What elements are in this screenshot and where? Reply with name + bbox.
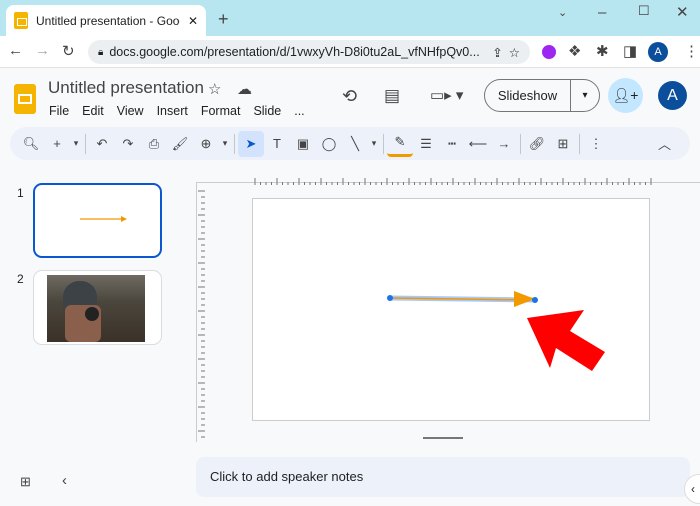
- star-icon[interactable]: ☆: [208, 80, 221, 98]
- image-icon[interactable]: ▣: [290, 131, 316, 157]
- bookmark-star-icon[interactable]: ☆: [509, 45, 520, 60]
- menu-insert[interactable]: Insert: [157, 104, 188, 118]
- search-icon[interactable]: 🔍︎: [18, 131, 44, 157]
- menu-format[interactable]: Format: [201, 104, 241, 118]
- text-box-icon[interactable]: T: [264, 131, 290, 157]
- collapse-panel-icon[interactable]: ‹: [62, 472, 67, 489]
- share-icon[interactable]: ⇪: [492, 45, 502, 60]
- line-start-icon[interactable]: ⟵: [465, 131, 491, 157]
- version-history-icon[interactable]: ⟲: [342, 86, 357, 107]
- url-text: docs.google.com/presentation/d/1vwxyVh-D…: [109, 45, 480, 59]
- thumbnail-arrow: [80, 216, 127, 222]
- toolbar-divider: [234, 133, 235, 154]
- close-tab-icon[interactable]: ✕: [188, 14, 198, 28]
- shape-icon[interactable]: ◯: [316, 131, 342, 157]
- paint-format-icon[interactable]: 🖌︎: [167, 131, 193, 157]
- toolbar-divider: [520, 133, 521, 154]
- vertical-ruler[interactable]: [197, 183, 205, 443]
- select-icon[interactable]: ➤: [238, 130, 264, 157]
- back-icon[interactable]: ←: [8, 42, 23, 59]
- menu-file[interactable]: File: [49, 104, 69, 118]
- browser-menu-icon[interactable]: ⋮: [684, 42, 699, 60]
- menu-slide[interactable]: Slide: [253, 104, 281, 118]
- collapse-toolbar-icon[interactable]: ︿: [658, 134, 671, 153]
- menu-more[interactable]: ...: [294, 104, 304, 118]
- toolbar-divider: [383, 133, 384, 154]
- line-dropdown-icon[interactable]: ▾: [368, 131, 380, 157]
- forward-icon[interactable]: →: [35, 42, 50, 59]
- profile-avatar[interactable]: A: [648, 42, 668, 62]
- toolbar-divider: [579, 133, 580, 154]
- speaker-notes[interactable]: Click to add speaker notes: [196, 457, 690, 497]
- line-start-handle[interactable]: [387, 295, 393, 301]
- zoom-dropdown-icon[interactable]: ▾: [219, 131, 231, 157]
- app-header: Untitled presentation ☆ ☁ File Edit View In…: [0, 68, 700, 124]
- zoom-icon[interactable]: ⊕: [193, 131, 219, 157]
- line-end-handle[interactable]: [532, 297, 538, 303]
- address-bar: ← → ↻ 🔒︎ docs.google.com/presentation/d/…: [0, 36, 700, 68]
- line-icon[interactable]: ╲: [342, 131, 368, 157]
- insert-link-icon[interactable]: 🔗︎: [524, 131, 550, 157]
- slideshow-button[interactable]: Slideshow: [485, 80, 571, 111]
- url-input[interactable]: 🔒︎ docs.google.com/presentation/d/1vwxyV…: [88, 40, 530, 64]
- share-button[interactable]: 👤︎+: [608, 78, 643, 113]
- notes-resize-handle[interactable]: [423, 437, 463, 439]
- menu-bar: File Edit View Insert Format Slide...: [49, 102, 318, 120]
- browser-tab-bar: Untitled presentation - Google Sl ✕ + ⌄ …: [0, 0, 700, 36]
- browser-tab[interactable]: Untitled presentation - Google Sl ✕: [6, 5, 206, 36]
- lock-icon: 🔒︎: [98, 46, 104, 58]
- slideshow-dropdown[interactable]: ▾: [571, 90, 599, 101]
- slide-thumbnail-2[interactable]: [33, 270, 162, 345]
- menu-edit[interactable]: Edit: [82, 104, 104, 118]
- slide-number: 1: [17, 186, 24, 200]
- new-slide-dropdown-icon[interactable]: ▾: [70, 131, 82, 157]
- border-color-icon[interactable]: ✎: [387, 131, 413, 157]
- tab-title: Untitled presentation - Google Sl: [36, 13, 180, 28]
- arrowhead: [514, 291, 535, 307]
- new-slide-icon[interactable]: +: [44, 131, 70, 157]
- slides-favicon-icon: [14, 12, 28, 29]
- document-title[interactable]: Untitled presentation: [48, 78, 204, 98]
- side-panel-icon[interactable]: ◨: [623, 42, 637, 60]
- redo-icon[interactable]: ↷: [115, 131, 141, 157]
- account-avatar[interactable]: A: [658, 81, 687, 110]
- more-icon[interactable]: ⋮: [583, 131, 609, 157]
- extension-icon[interactable]: [542, 45, 556, 59]
- toolbar-divider: [85, 133, 86, 154]
- meet-icon[interactable]: ▭▸ ▾: [430, 86, 463, 104]
- border-weight-icon[interactable]: ☰: [413, 131, 439, 157]
- slide-number: 2: [17, 272, 24, 286]
- add-comment-icon[interactable]: ⊞: [550, 131, 576, 157]
- line-end-icon[interactable]: →: [491, 131, 517, 157]
- notes-placeholder: Click to add speaker notes: [210, 469, 364, 484]
- tab-search-icon[interactable]: ⌄: [558, 6, 567, 19]
- comments-icon[interactable]: ▤: [384, 86, 400, 106]
- border-dash-icon[interactable]: ┅: [439, 131, 465, 157]
- reload-icon[interactable]: ↻: [62, 42, 75, 60]
- close-window-button[interactable]: ✕: [676, 3, 689, 21]
- grid-view-icon[interactable]: ⊞: [20, 474, 31, 490]
- menu-view[interactable]: View: [117, 104, 144, 118]
- horizontal-ruler[interactable]: [197, 175, 700, 185]
- slide-thumbnail-1[interactable]: [33, 183, 162, 258]
- selected-arrow-line[interactable]: [380, 285, 550, 315]
- maximize-button[interactable]: ☐: [638, 3, 650, 19]
- undo-icon[interactable]: ↶: [89, 131, 115, 157]
- extension-2-icon[interactable]: ❖: [568, 42, 581, 60]
- slides-logo-icon[interactable]: [14, 84, 36, 114]
- slideshow-button-group: Slideshow ▾: [484, 79, 600, 112]
- new-tab-button[interactable]: +: [218, 9, 229, 30]
- photo-thumbnail: [47, 275, 145, 342]
- print-icon[interactable]: ⎙: [141, 131, 167, 157]
- extensions-puzzle-icon[interactable]: ✱: [596, 42, 609, 60]
- toolbar: 🔍︎ + ▾ ↶ ↷ ⎙ 🖌︎ ⊕ ▾ ➤ T ▣ ◯ ╲ ▾ ✎ ☰ ┅ ⟵ → 🔗︎ ⊞ ⋮: [10, 127, 690, 160]
- cloud-status-icon: ☁: [237, 81, 252, 98]
- minimize-button[interactable]: –: [598, 4, 606, 21]
